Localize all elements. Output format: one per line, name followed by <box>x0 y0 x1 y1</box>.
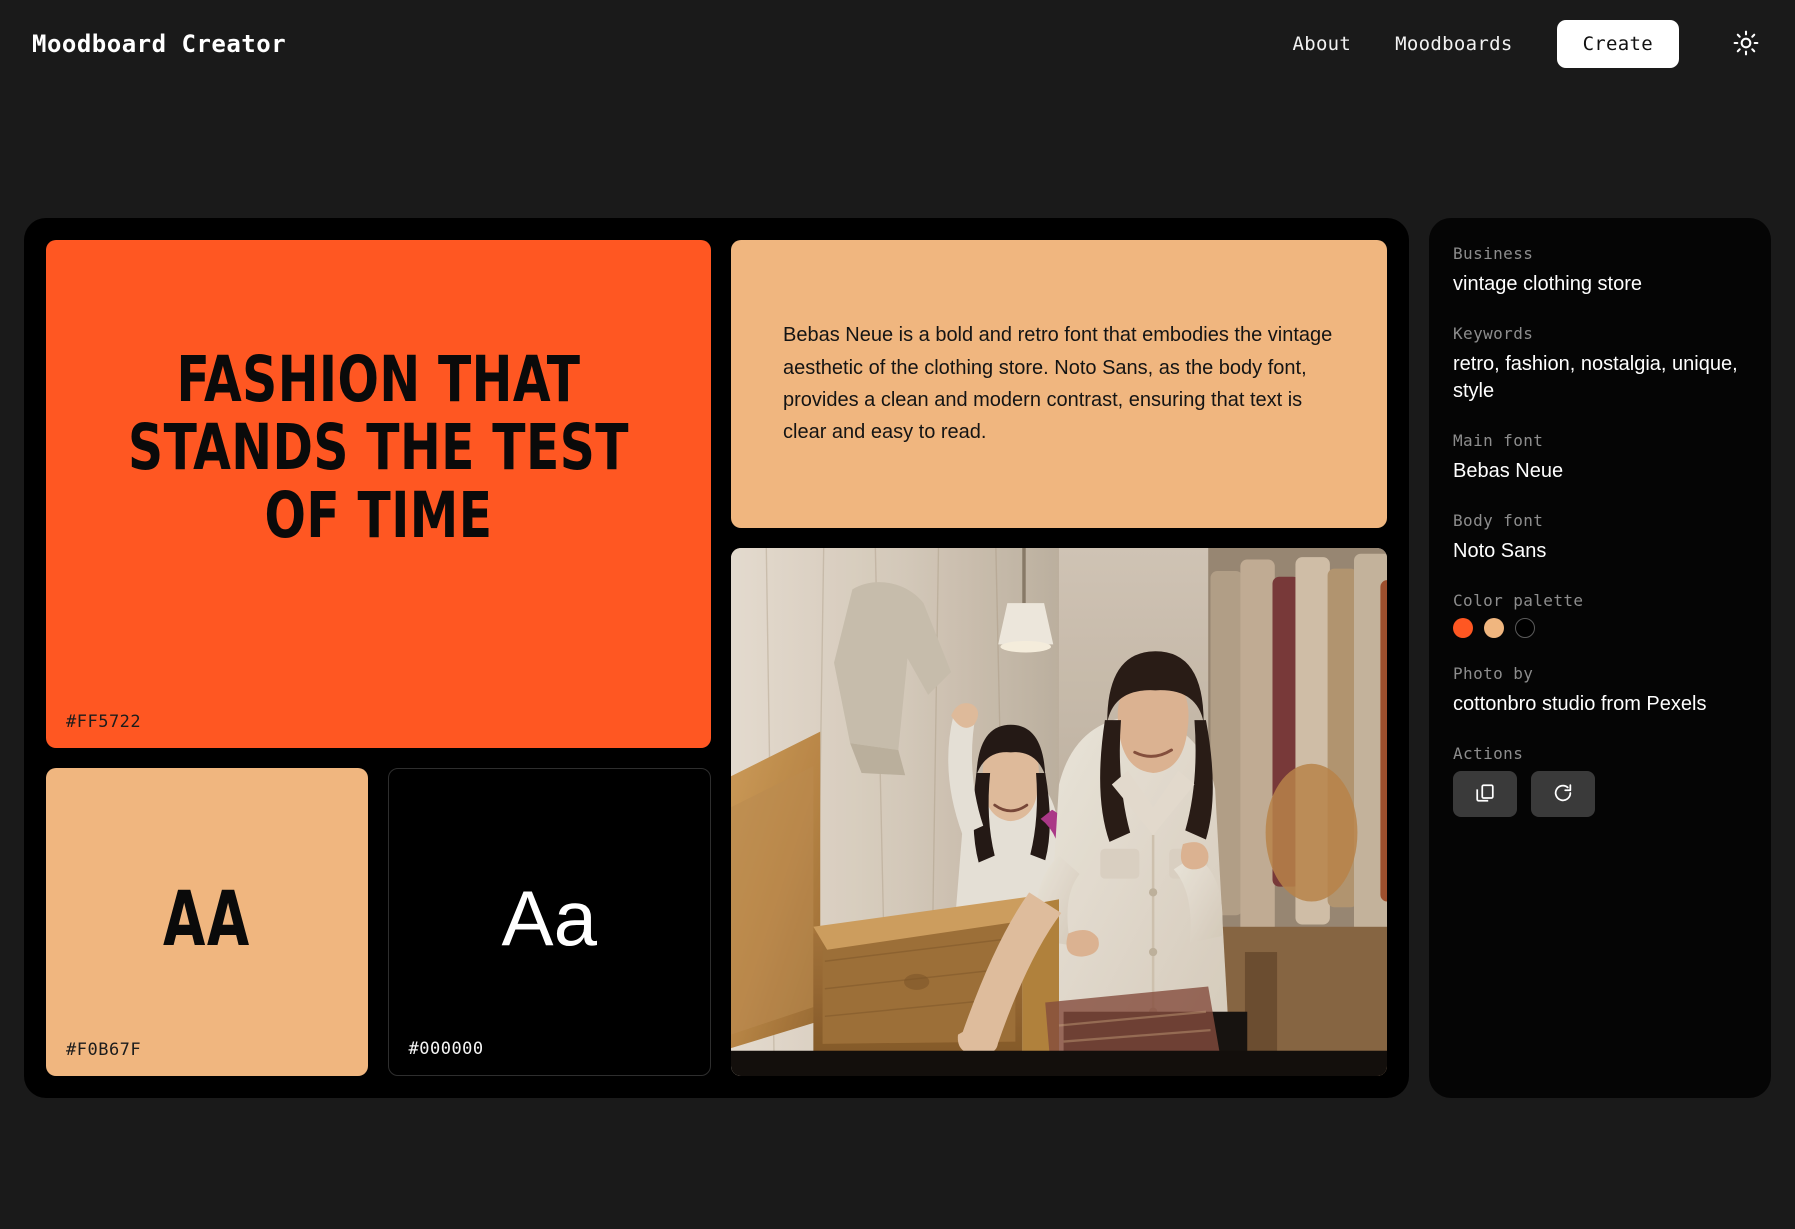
field-photo-credit: Photo by cottonbro studio from Pexels <box>1453 664 1747 718</box>
field-main-font: Main font Bebas Neue <box>1453 431 1747 485</box>
field-label-actions: Actions <box>1453 744 1524 763</box>
swatch-hex-label-black: #000000 <box>408 1039 484 1059</box>
color-palette-swatches <box>1453 618 1747 638</box>
field-business: Business vintage clothing store <box>1453 244 1747 298</box>
refresh-icon <box>1552 782 1574 807</box>
moodboard-left-column: FASHION THAT STANDS THE TEST OF TIME #FF… <box>46 240 711 1076</box>
sun-icon <box>1733 30 1759 59</box>
field-label-body-font: Body font <box>1453 511 1544 530</box>
hero-hex-label: #FF5722 <box>66 712 142 732</box>
moodboard-photo-card[interactable] <box>731 548 1387 1076</box>
theme-toggle-button[interactable] <box>1729 27 1763 61</box>
field-label-main-font: Main font <box>1453 431 1544 450</box>
field-value-main-font: Bebas Neue <box>1453 460 1564 482</box>
hero-color-card[interactable]: FASHION THAT STANDS THE TEST OF TIME #FF… <box>46 240 711 748</box>
font-description-text: Bebas Neue is a bold and retro font that… <box>783 324 1333 444</box>
swatch-hex-label-peach: #F0B67F <box>66 1040 142 1060</box>
swatch-card-body-font[interactable]: Aa #000000 <box>387 768 711 1076</box>
action-button-group <box>1453 771 1747 817</box>
create-button[interactable]: Create <box>1556 20 1679 68</box>
swatch-row: AA #F0B67F Aa #000000 <box>46 768 711 1076</box>
font-description-card[interactable]: Bebas Neue is a bold and retro font that… <box>731 240 1387 528</box>
field-label-photo-by: Photo by <box>1453 664 1534 683</box>
palette-dot-accent[interactable] <box>1453 618 1473 638</box>
nav-link-about[interactable]: About <box>1292 33 1351 55</box>
regenerate-moodboard-button[interactable] <box>1531 771 1595 817</box>
field-value-keywords: retro, fashion, nostalgia, unique, style <box>1453 353 1738 402</box>
field-actions: Actions <box>1453 744 1747 817</box>
copy-icon <box>1474 782 1496 807</box>
field-label-business: Business <box>1453 244 1534 263</box>
copy-moodboard-button[interactable] <box>1453 771 1517 817</box>
display-font-glyph: AA <box>162 873 251 963</box>
hero-headline: FASHION THAT STANDS THE TEST OF TIME <box>128 342 629 553</box>
field-label-keywords: Keywords <box>1453 324 1534 343</box>
field-value-body-font: Noto Sans <box>1453 540 1547 562</box>
field-value-photo-by: cottonbro studio from Pexels <box>1453 693 1707 715</box>
field-value-business: vintage clothing store <box>1453 273 1643 295</box>
moodboard-right-column: Bebas Neue is a bold and retro font that… <box>731 240 1387 1076</box>
field-label-color-palette: Color palette <box>1453 591 1584 610</box>
field-keywords: Keywords retro, fashion, nostalgia, uniq… <box>1453 324 1747 405</box>
swatch-card-display-font[interactable]: AA #F0B67F <box>46 768 368 1076</box>
field-body-font: Body font Noto Sans <box>1453 511 1747 565</box>
app-brand-title: Moodboard Creator <box>32 30 287 58</box>
palette-dot-secondary[interactable] <box>1484 618 1504 638</box>
body-font-glyph: Aa <box>501 873 597 962</box>
primary-nav: About Moodboards Create <box>1292 20 1763 68</box>
nav-link-moodboards[interactable]: Moodboards <box>1395 33 1512 55</box>
field-color-palette: Color palette <box>1453 591 1747 638</box>
palette-dot-black[interactable] <box>1515 618 1535 638</box>
store-photo <box>731 548 1387 1076</box>
moodboard-details-sidebar: Business vintage clothing store Keywords… <box>1429 218 1771 1098</box>
top-navigation-bar: Moodboard Creator About Moodboards Creat… <box>0 0 1795 88</box>
moodboard-stage: FASHION THAT STANDS THE TEST OF TIME #FF… <box>0 218 1795 1098</box>
moodboard-panel: FASHION THAT STANDS THE TEST OF TIME #FF… <box>24 218 1409 1098</box>
